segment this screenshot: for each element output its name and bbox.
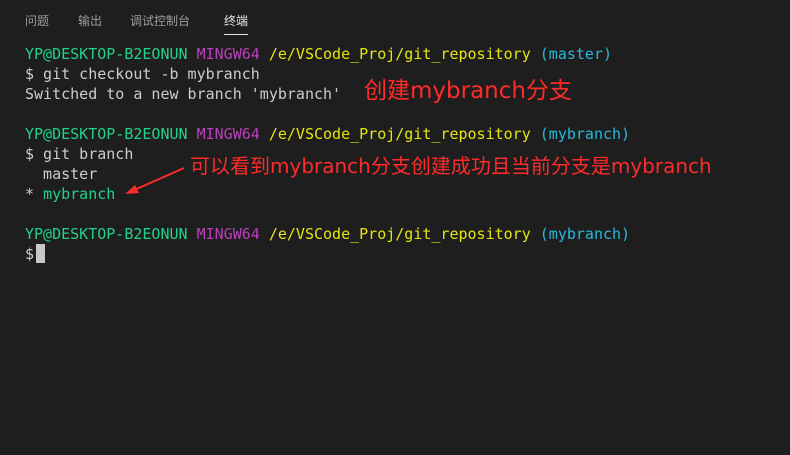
prompt-env: MINGW64 bbox=[196, 45, 260, 63]
annotation-branch-result: 可以看到mybranch分支创建成功且当前分支是mybranch bbox=[190, 154, 712, 178]
tab-output[interactable]: 输出 bbox=[78, 12, 102, 30]
prompt-path: /e/VSCode_Proj/git_repository bbox=[268, 45, 531, 63]
input-line[interactable]: $ bbox=[25, 244, 785, 264]
prompt-path: /e/VSCode_Proj/git_repository bbox=[268, 225, 531, 243]
prompt-branch: (master) bbox=[539, 45, 613, 63]
prompt-user: YP@DESKTOP-B2EONUN bbox=[25, 45, 188, 63]
prompt-env: MINGW64 bbox=[196, 125, 260, 143]
prompt-line: YP@DESKTOP-B2EONUN MINGW64 /e/VSCode_Pro… bbox=[25, 124, 785, 144]
tab-terminal[interactable]: 终端 bbox=[224, 12, 249, 35]
terminal-panel: 问题 输出 调试控制台 终端 YP@DESKTOP-B2EONUN MINGW6… bbox=[0, 0, 790, 455]
tab-debug-console[interactable]: 调试控制台 bbox=[130, 12, 190, 30]
prompt-user: YP@DESKTOP-B2EONUN bbox=[25, 225, 188, 243]
prompt-path: /e/VSCode_Proj/git_repository bbox=[268, 125, 531, 143]
current-branch-name: mybranch bbox=[43, 185, 116, 203]
annotation-arrow-icon bbox=[125, 167, 185, 194]
prompt-env: MINGW64 bbox=[196, 225, 260, 243]
prompt-line: YP@DESKTOP-B2EONUN MINGW64 /e/VSCode_Pro… bbox=[25, 44, 785, 64]
current-branch-marker: * bbox=[25, 185, 44, 203]
prompt-symbol: $ bbox=[25, 245, 35, 263]
tab-problems[interactable]: 问题 bbox=[25, 12, 49, 30]
panel-tab-bar: 问题 输出 调试控制台 终端 bbox=[0, 0, 790, 40]
prompt-line: YP@DESKTOP-B2EONUN MINGW64 /e/VSCode_Pro… bbox=[25, 224, 785, 244]
prompt-branch: (mybranch) bbox=[539, 125, 631, 143]
prompt-user: YP@DESKTOP-B2EONUN bbox=[25, 125, 188, 143]
text-cursor bbox=[36, 244, 46, 263]
annotation-create-branch: 创建mybranch分支 bbox=[364, 78, 572, 104]
prompt-branch: (mybranch) bbox=[539, 225, 631, 243]
